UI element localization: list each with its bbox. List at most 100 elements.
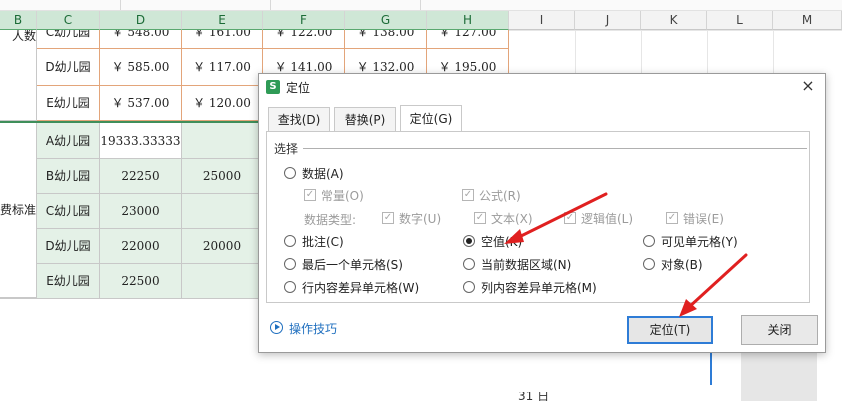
cell-d-row7[interactable]: 23000	[100, 194, 182, 229]
checkbox-constant-label: 常量(O)	[321, 189, 364, 203]
radio-objects[interactable]	[643, 258, 655, 270]
option-visible-cells[interactable]: 可见单元格(Y)	[643, 234, 763, 250]
checkbox-formula: ✓ 公式(R)	[462, 188, 542, 204]
cell-e-row9[interactable]	[182, 264, 263, 299]
radio-comment[interactable]	[284, 235, 296, 247]
group-label-select: 选择	[274, 140, 303, 157]
column-header-b[interactable]: B	[0, 11, 37, 30]
cell-c-row5[interactable]: A幼儿园	[37, 123, 100, 159]
goto-dialog: S 定位 × 查找(D) 替换(P) 定位(G) 选择 数据(A) ✓ 常量(O…	[258, 73, 826, 353]
column-header-d[interactable]: D	[100, 11, 182, 30]
close-button[interactable]: 关闭	[741, 315, 818, 345]
column-header-e[interactable]: E	[182, 11, 263, 30]
option-col-diff[interactable]: 列内容差异单元格(M)	[463, 280, 613, 296]
cell-e-row3[interactable]: ￥ 120.00	[182, 86, 263, 121]
radio-current-region[interactable]	[463, 258, 475, 270]
column-header-m[interactable]: M	[773, 11, 842, 30]
radio-data[interactable]	[284, 167, 296, 179]
column-header-j[interactable]: J	[575, 11, 641, 30]
option-data-label: 数据(A)	[302, 167, 344, 181]
cell-g-row1[interactable]: ￥ 138.00	[345, 30, 427, 49]
option-data[interactable]: 数据(A)	[284, 166, 364, 182]
column-header-c[interactable]: C	[37, 11, 100, 30]
column-header-l[interactable]: L	[707, 11, 773, 30]
radio-row-diff[interactable]	[284, 281, 296, 293]
check-icon: ✓	[666, 212, 678, 224]
cell-c-row1[interactable]: C幼儿园	[37, 30, 100, 49]
option-col-diff-label: 列内容差异单元格(M)	[481, 281, 597, 295]
close-icon[interactable]: ×	[799, 77, 817, 95]
column-header-i[interactable]: I	[509, 11, 575, 30]
option-objects[interactable]: 对象(B)	[643, 257, 733, 273]
checkbox-number-label: 数字(U)	[399, 212, 442, 226]
goto-panel: 选择 数据(A) ✓ 常量(O) ✓ 公式(R) 数据类型: ✓ 数字(U) ✓…	[266, 131, 810, 303]
tab-find[interactable]: 查找(D)	[268, 107, 330, 131]
cell-d-row5[interactable]: 19333.33333	[100, 123, 182, 159]
tab-replace[interactable]: 替换(P)	[334, 107, 396, 131]
checkbox-error: ✓ 错误(E)	[666, 211, 746, 227]
column-header-k[interactable]: K	[641, 11, 707, 30]
checkbox-error-label: 错误(E)	[683, 212, 724, 226]
locate-button[interactable]: 定位(T)	[627, 316, 713, 344]
cell-c-row7[interactable]: C幼儿园	[37, 194, 100, 229]
dialog-titlebar[interactable]: S 定位 ×	[259, 74, 825, 100]
column-header-f[interactable]: F	[263, 11, 345, 30]
checkbox-constant: ✓ 常量(O)	[304, 188, 384, 204]
checkbox-number: ✓ 数字(U)	[382, 211, 462, 227]
cell-c-row9[interactable]: E幼儿园	[37, 264, 100, 299]
checkbox-logical: ✓ 逻辑值(L)	[564, 211, 644, 227]
cell-d-row8[interactable]: 22000	[100, 229, 182, 264]
check-icon: ✓	[564, 212, 576, 224]
tips-link-label: 操作技巧	[289, 322, 338, 336]
row-label-fee[interactable]: 费标准	[0, 123, 37, 298]
radio-visible-cells[interactable]	[643, 235, 655, 247]
checkbox-formula-label: 公式(R)	[479, 189, 521, 203]
checkbox-text: ✓ 文本(X)	[474, 211, 554, 227]
cell-h-row1[interactable]: ￥ 127.00	[427, 30, 509, 49]
option-blank-label: 空值(K)	[481, 235, 523, 249]
cell-e-row2[interactable]: ￥ 117.00	[182, 49, 263, 86]
option-current-region[interactable]: 当前数据区域(N)	[463, 257, 593, 273]
data-type-label: 数据类型:	[304, 213, 357, 227]
cell-c-row2[interactable]: D幼儿园	[37, 49, 100, 86]
radio-blank[interactable]	[463, 235, 475, 247]
row-label-fee-text: 费标准	[0, 203, 37, 217]
dialog-title: 定位	[286, 81, 311, 95]
tab-goto[interactable]: 定位(G)	[400, 105, 462, 131]
checkbox-text-label: 文本(X)	[491, 212, 533, 226]
column-header-h[interactable]: H	[427, 11, 509, 30]
radio-col-diff[interactable]	[463, 281, 475, 293]
cell-e-row8[interactable]: 20000	[182, 229, 263, 264]
group-divider	[303, 148, 807, 149]
option-row-diff[interactable]: 行内容差异单元格(W)	[284, 280, 434, 296]
play-icon	[270, 321, 283, 334]
cell-e-row7[interactable]	[182, 194, 263, 229]
option-objects-label: 对象(B)	[661, 258, 703, 272]
cell-e-row5[interactable]	[182, 123, 263, 159]
cell-d-row9[interactable]: 22500	[100, 264, 182, 299]
cell-c-row8[interactable]: D幼儿园	[37, 229, 100, 264]
option-blank[interactable]: 空值(K)	[463, 234, 553, 250]
option-current-region-label: 当前数据区域(N)	[481, 258, 572, 272]
toolbar-strip	[0, 0, 842, 11]
cell-d-row1[interactable]: ￥ 548.00	[100, 30, 182, 49]
option-comment-label: 批注(C)	[302, 235, 344, 249]
option-visible-label: 可见单元格(Y)	[661, 235, 738, 249]
cell-d-row3[interactable]: ￥ 537.00	[100, 86, 182, 121]
cell-e-row6[interactable]: 25000	[182, 159, 263, 194]
app-logo-icon: S	[266, 80, 280, 94]
cell-c-row3[interactable]: E幼儿园	[37, 86, 100, 121]
option-comment[interactable]: 批注(C)	[284, 234, 374, 250]
check-icon: ✓	[474, 212, 486, 224]
radio-last-cell[interactable]	[284, 258, 296, 270]
check-icon: ✓	[462, 189, 474, 201]
check-icon: ✓	[382, 212, 394, 224]
option-last-cell[interactable]: 最后一个单元格(S)	[284, 257, 414, 273]
cell-d-row2[interactable]: ￥ 585.00	[100, 49, 182, 86]
cell-e-row1[interactable]: ￥ 161.00	[182, 30, 263, 49]
cell-c-row6[interactable]: B幼儿园	[37, 159, 100, 194]
row-label-count[interactable]: 人数	[0, 30, 37, 121]
cell-d-row6[interactable]: 22250	[100, 159, 182, 194]
cell-f-row1[interactable]: ￥ 122.00	[263, 30, 345, 49]
column-header-g[interactable]: G	[345, 11, 427, 30]
